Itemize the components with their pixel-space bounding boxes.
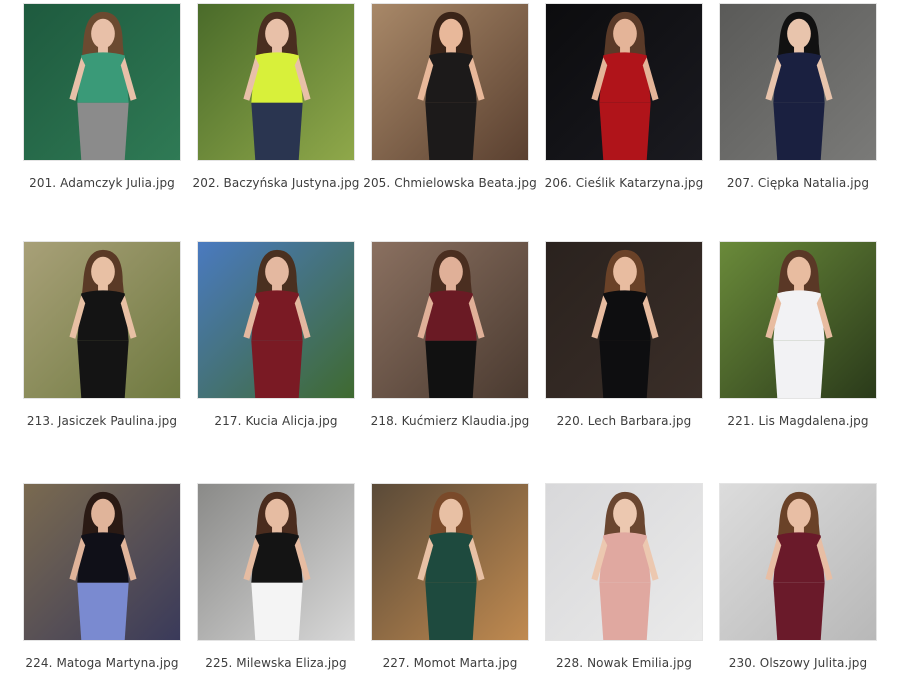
file-name-label: 201. Adamczyk Julia.jpg <box>29 176 175 190</box>
photo-thumbnail[interactable] <box>197 3 355 161</box>
photo-image <box>546 484 702 640</box>
photo-thumbnail[interactable] <box>371 3 529 161</box>
photo-thumbnail[interactable] <box>23 241 181 399</box>
photo-image <box>546 242 702 398</box>
file-name-label: 202. Baczyńska Justyna.jpg <box>192 176 360 190</box>
photo-image <box>720 4 876 160</box>
photo-image <box>546 4 702 160</box>
photo-thumbnail[interactable] <box>197 241 355 399</box>
photo-thumbnail[interactable] <box>371 483 529 641</box>
file-name-label: 228. Nowak Emilia.jpg <box>556 656 692 670</box>
photo-image <box>198 242 354 398</box>
file-name-label: 227. Momot Marta.jpg <box>382 656 518 670</box>
photo-image <box>24 4 180 160</box>
photo-image <box>372 484 528 640</box>
photo-thumbnail[interactable] <box>23 483 181 641</box>
photo-image <box>372 4 528 160</box>
photo-thumbnail[interactable] <box>719 483 877 641</box>
photo-thumbnail[interactable] <box>545 483 703 641</box>
file-name-label: 225. Milewska Eliza.jpg <box>205 656 347 670</box>
photo-thumbnail[interactable] <box>719 3 877 161</box>
photo-thumbnail[interactable] <box>719 241 877 399</box>
photo-image <box>24 484 180 640</box>
file-name-label: 221. Lis Magdalena.jpg <box>727 414 869 428</box>
photo-image <box>372 242 528 398</box>
photo-image <box>198 4 354 160</box>
file-name-label: 207. Cięрka Natalia.jpg <box>726 176 870 190</box>
file-name-label: 224. Matoga Martyna.jpg <box>25 656 179 670</box>
file-name-label: 218. Kućmierz Klaudia.jpg <box>370 414 530 428</box>
photo-thumbnail[interactable] <box>23 3 181 161</box>
photo-thumbnail[interactable] <box>545 241 703 399</box>
file-name-label: 230. Olszowy Julita.jpg <box>728 656 868 670</box>
photo-image <box>198 484 354 640</box>
photo-image <box>720 242 876 398</box>
photo-image <box>720 484 876 640</box>
file-name-label: 205. Chmielowska Beata.jpg <box>363 176 537 190</box>
file-name-label: 217. Kucia Alicja.jpg <box>214 414 338 428</box>
photo-thumbnail[interactable] <box>371 241 529 399</box>
file-name-label: 213. Jasiczek Paulina.jpg <box>26 414 178 428</box>
file-name-label: 206. Cieślik Katarzyna.jpg <box>544 176 704 190</box>
photo-thumbnail[interactable] <box>197 483 355 641</box>
photo-image <box>24 242 180 398</box>
file-name-label: 220. Lech Barbara.jpg <box>556 414 692 428</box>
photo-thumbnail[interactable] <box>545 3 703 161</box>
